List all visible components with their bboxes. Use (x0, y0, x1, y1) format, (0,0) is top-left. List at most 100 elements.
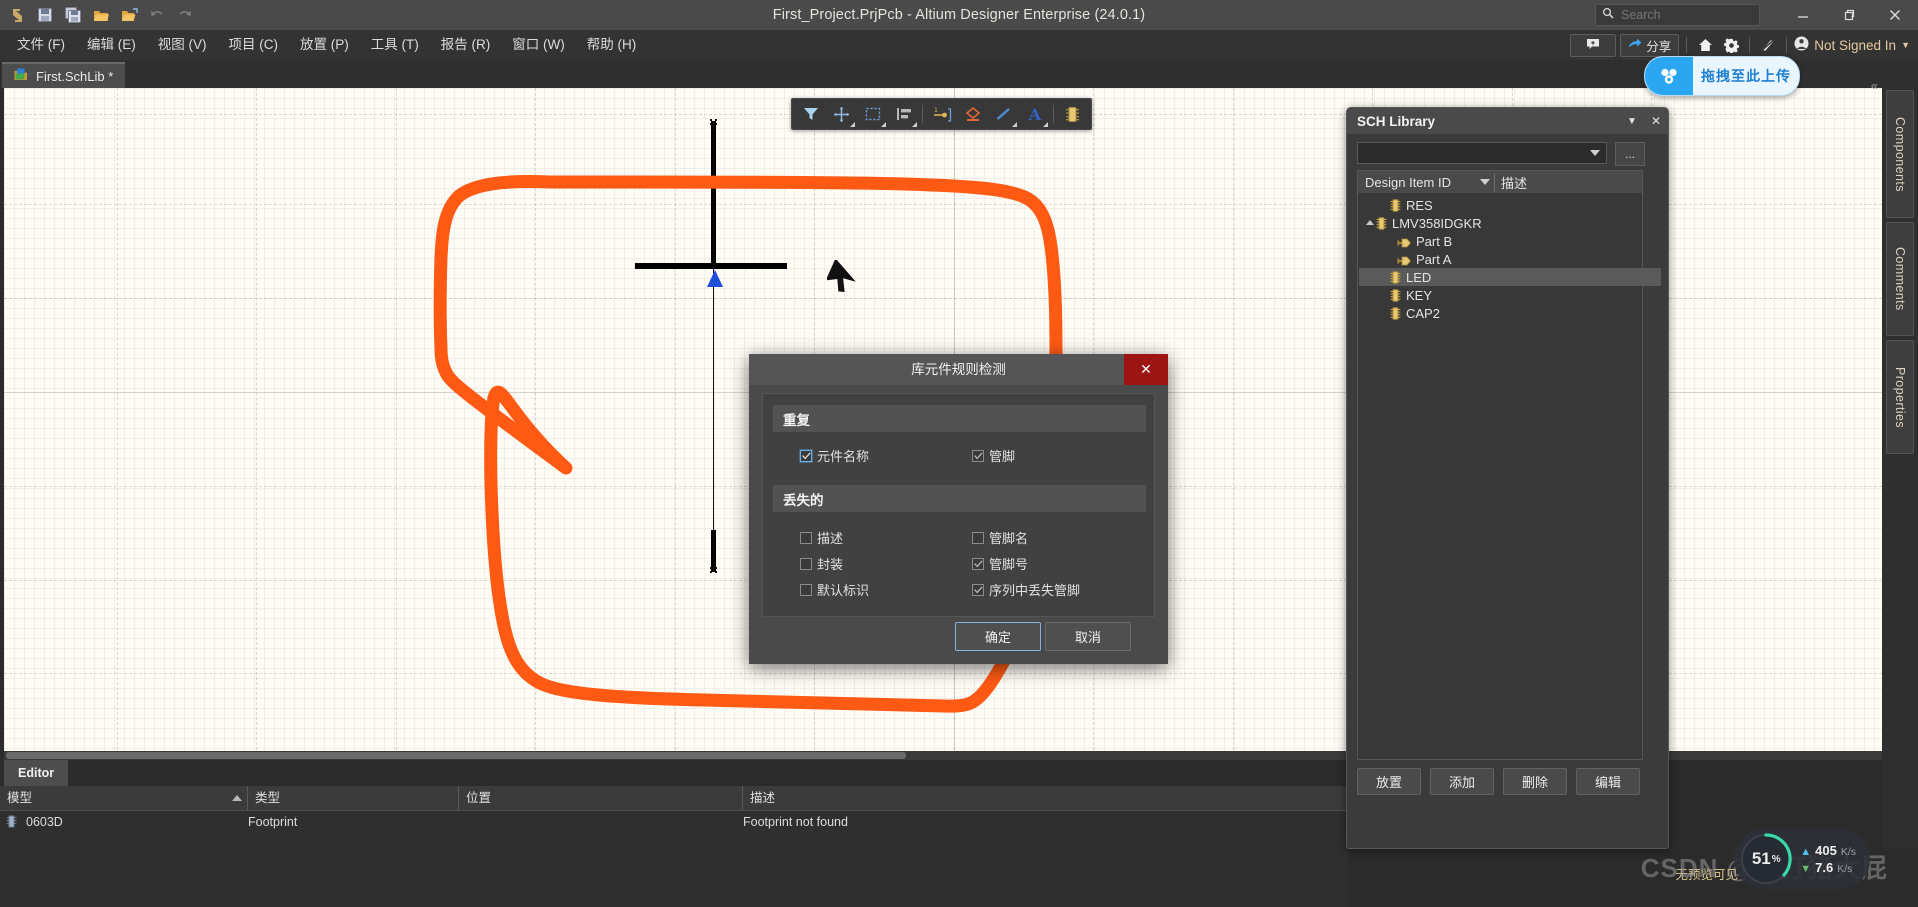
list-item[interactable]: Part B (1359, 232, 1681, 250)
menu-item-file[interactable]: 文件 (F) (6, 30, 76, 60)
list-item-label: KEY (1406, 287, 1433, 303)
cancel-button[interactable]: 取消 (1045, 622, 1131, 651)
menu-item-reports[interactable]: 报告 (R) (430, 30, 502, 60)
checkbox-pins[interactable]: 管脚 (972, 446, 1015, 465)
library-browse-button[interactable]: ... (1615, 142, 1645, 166)
column-header-description[interactable]: 描述 (1494, 172, 1642, 192)
account-button[interactable]: Not Signed In ▼ (1794, 36, 1914, 54)
checkbox-component-name[interactable]: 元件名称 (800, 446, 869, 465)
upload-speed-unit: K/s (1840, 846, 1856, 858)
checkbox-default-designator[interactable]: 默认标识 (800, 580, 869, 599)
select-rectangle-icon[interactable] (857, 100, 888, 128)
place-button[interactable]: 放置 (1357, 768, 1421, 795)
component-list[interactable]: Design Item ID 描述 RES LMV358IDGKR Part B… (1357, 170, 1661, 760)
schlib-document-icon (14, 68, 30, 85)
network-monitor-widget[interactable]: 51% ▲ 405 K/s ▼ 7.6 K/s (1734, 829, 1870, 889)
move-crosshair-icon[interactable] (826, 100, 857, 128)
place-pin-icon[interactable]: 1 (926, 100, 957, 128)
menu-divider-1 (1686, 37, 1688, 53)
dialog-close-button[interactable]: ✕ (1124, 354, 1168, 385)
delete-button[interactable]: 删除 (1503, 768, 1567, 795)
list-item[interactable]: KEY (1359, 286, 1661, 304)
library-filter-combobox[interactable] (1357, 142, 1607, 164)
checkbox-pin-name[interactable]: 管脚名 (972, 528, 1028, 547)
checkbox-description[interactable]: 描述 (800, 528, 843, 547)
list-item[interactable]: LMV358IDGKR (1359, 214, 1647, 232)
close-button[interactable] (1872, 0, 1918, 30)
panel-close-icon[interactable]: ✕ (1644, 109, 1668, 133)
align-icon[interactable] (888, 100, 919, 128)
menu-item-view[interactable]: 视图 (V) (147, 30, 218, 60)
column-sort-chevron-down-icon[interactable] (1476, 178, 1494, 186)
share-button[interactable]: 分享 (1620, 33, 1680, 57)
column-header-model[interactable]: 模型 (0, 786, 196, 810)
add-button[interactable]: 添加 (1430, 768, 1494, 795)
dialog-footer: 确定 取消 (749, 622, 1168, 664)
toolbar-divider-2 (1053, 105, 1054, 123)
panel-title: SCH Library (1357, 113, 1436, 129)
menu-item-tools[interactable]: 工具 (T) (360, 30, 430, 60)
place-component-icon[interactable] (1057, 100, 1088, 128)
cell-type: Footprint (248, 815, 298, 829)
maximize-button[interactable] (1826, 0, 1872, 30)
canvas-floating-toolbar[interactable]: 1 A (791, 98, 1092, 130)
place-line-icon[interactable] (988, 100, 1019, 128)
menu-bar: 文件 (F) 编辑 (E) 视图 (V) 项目 (C) 放置 (P) 工具 (T… (0, 30, 1918, 60)
toolbar-divider-1 (922, 105, 923, 123)
checkbox-label: 管脚 (989, 449, 1016, 464)
menu-item-help[interactable]: 帮助 (H) (576, 30, 648, 60)
gauge-number: 51 (1751, 849, 1771, 868)
checkbox-missing-pins-in-sequence[interactable]: 序列中丢失管脚 (972, 580, 1080, 599)
collapse-panel-icon[interactable]: « (1871, 78, 1878, 93)
sidebar-item-properties[interactable]: Properties (1886, 340, 1914, 454)
filter-icon[interactable] (795, 100, 826, 128)
feedback-button[interactable] (1570, 33, 1617, 57)
menu-item-place[interactable]: 放置 (P) (289, 30, 360, 60)
column-header-type[interactable]: 类型 (247, 786, 414, 810)
list-item-label: LMV358IDGKR (1392, 215, 1482, 231)
gear-icon[interactable] (1720, 34, 1742, 56)
checkbox-label: 默认标识 (817, 583, 870, 598)
column-header-design-item-id[interactable]: Design Item ID (1358, 175, 1476, 190)
place-polygon-icon[interactable] (957, 100, 988, 128)
list-item[interactable]: LED (1359, 268, 1661, 286)
table-row[interactable]: 0603D Footprint Footprint not found (0, 810, 1348, 834)
tab-first-schlib[interactable]: First.SchLib * (2, 62, 126, 88)
checkbox-footprint[interactable]: 封装 (800, 554, 843, 573)
sidebar-item-components[interactable]: Components (1886, 90, 1914, 218)
upload-speed-value: 405 (1815, 843, 1837, 858)
checkbox-pin-number[interactable]: 管脚号 (972, 554, 1028, 573)
menu-items: 文件 (F) 编辑 (E) 视图 (V) 项目 (C) 放置 (P) 工具 (T… (6, 30, 647, 60)
column-header-description[interactable]: 描述 (742, 786, 1242, 810)
search-box[interactable] (1595, 4, 1760, 26)
column-header-location[interactable]: 位置 (458, 786, 683, 810)
mouse-cursor-icon (827, 260, 856, 292)
tree-expander-collapse-icon[interactable] (1363, 219, 1376, 227)
checkbox-label: 管脚号 (989, 557, 1029, 572)
library-rule-check-dialog[interactable]: 库元件规则检测 ✕ 重复 元件名称 管脚 丢失的 描述 封装 默认标识 管脚名 … (749, 354, 1168, 664)
ok-button[interactable]: 确定 (955, 622, 1041, 651)
place-text-icon[interactable]: A (1019, 100, 1050, 128)
netdisk-upload-hint[interactable]: 拖拽至此上传 (1644, 56, 1800, 96)
panel-menu-chevron-down-icon[interactable]: ▼ (1620, 109, 1644, 133)
user-icon (1794, 36, 1809, 54)
list-item[interactable]: Part A (1359, 250, 1681, 268)
connect-icon[interactable] (1757, 34, 1779, 56)
search-input[interactable] (1619, 7, 1753, 23)
upload-speed-line: ▲ 405 K/s (1800, 843, 1856, 858)
menu-item-edit[interactable]: 编辑 (E) (76, 30, 147, 60)
list-item[interactable]: RES (1359, 196, 1661, 214)
group-heading-duplicate: 重复 (773, 405, 1146, 432)
menu-item-project[interactable]: 项目 (C) (218, 30, 290, 60)
svg-text:1: 1 (934, 107, 938, 114)
home-icon[interactable] (1694, 34, 1716, 56)
sch-library-panel[interactable]: SCH Library ▼ ✕ ... Design Item ID 描述 RE… (1346, 107, 1669, 849)
minimize-button[interactable] (1780, 0, 1826, 30)
menu-item-window[interactable]: 窗口 (W) (501, 30, 575, 60)
sidebar-item-comments[interactable]: Comments (1886, 222, 1914, 336)
tab-editor[interactable]: Editor (4, 760, 69, 786)
list-item[interactable]: CAP2 (1359, 304, 1661, 322)
arrow-up-icon: ▲ (1800, 846, 1812, 858)
editor-panel: Editor 模型 类型 位置 描述 0603D Footprint Footp… (0, 760, 1348, 907)
edit-button[interactable]: 编辑 (1576, 768, 1640, 795)
